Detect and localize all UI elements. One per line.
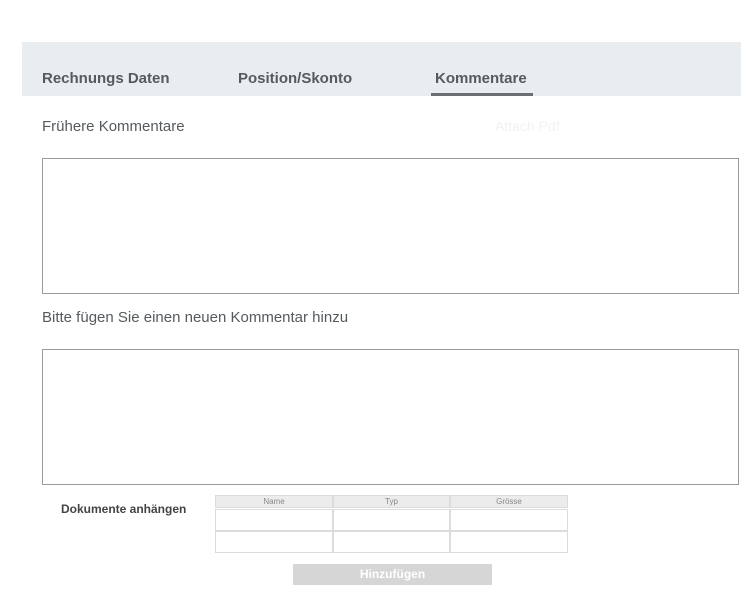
table-cell[interactable]: [333, 531, 450, 553]
tab-position-skonto[interactable]: Position/Skonto: [238, 70, 352, 87]
active-tab-indicator: [431, 93, 533, 96]
attach-documents-label: Dokumente anhängen: [61, 502, 187, 516]
tab-kommentare[interactable]: Kommentare: [435, 70, 527, 87]
column-header-groesse: Grösse: [450, 495, 568, 508]
table-cell[interactable]: [215, 531, 333, 553]
new-comment-field[interactable]: [42, 349, 739, 485]
table-cell[interactable]: [333, 509, 450, 531]
previous-comments-field[interactable]: [42, 158, 739, 294]
add-button[interactable]: Hinzufügen: [293, 564, 492, 585]
table-cell[interactable]: [450, 509, 568, 531]
column-header-name: Name: [215, 495, 333, 508]
column-header-typ: Typ: [333, 495, 450, 508]
previous-comments-label: Frühere Kommentare: [42, 118, 185, 135]
table-cell[interactable]: [450, 531, 568, 553]
tab-rechnungs-daten[interactable]: Rechnungs Daten: [42, 70, 170, 87]
table-cell[interactable]: [215, 509, 333, 531]
attach-pdf-link[interactable]: Attach Pdf: [495, 118, 560, 134]
tab-bar: Rechnungs Daten Position/Skonto Kommenta…: [22, 42, 741, 96]
new-comment-label: Bitte fügen Sie einen neuen Kommentar hi…: [42, 309, 349, 326]
